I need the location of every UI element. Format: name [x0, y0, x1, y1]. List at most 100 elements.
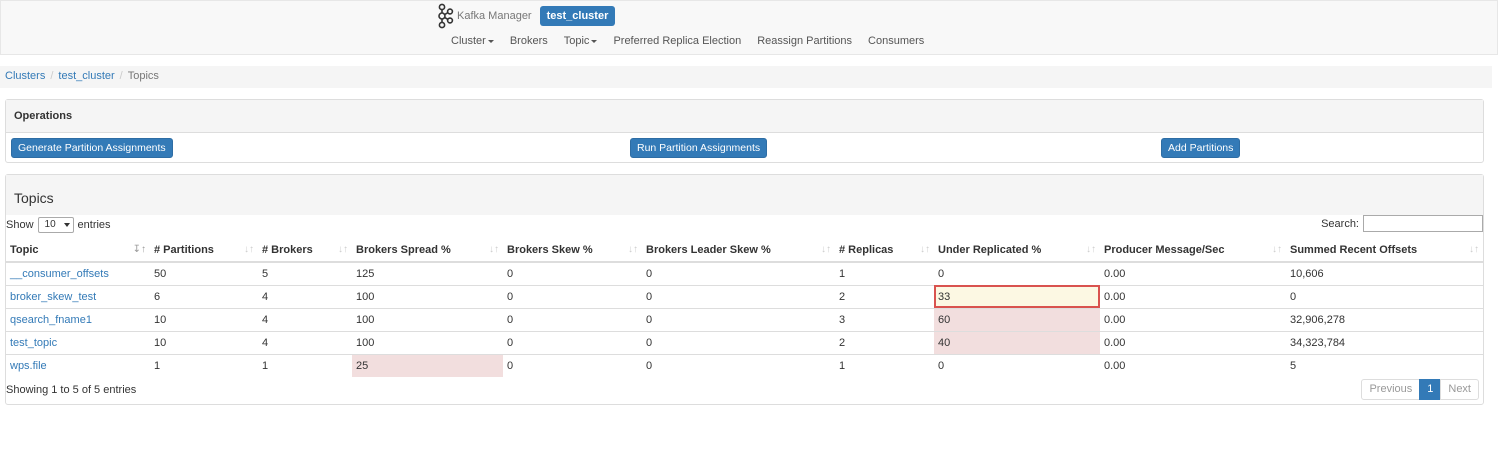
table-cell: 34,323,784 [1286, 330, 1483, 354]
sort-asc-icon[interactable]: ↧↑ [133, 244, 146, 255]
table-cell: 25 [352, 353, 503, 377]
table-cell: 0 [642, 261, 835, 285]
table-cell: 3 [835, 307, 934, 331]
entries-label: entries [77, 219, 111, 231]
table-row: __consumer_offsets 50 5 125 0 0 1 0 0.00 10,606 [6, 261, 1483, 285]
column-header[interactable]: Producer Message/Sec ↓↑ [1100, 238, 1286, 263]
previous-page-button[interactable]: Previous [1361, 379, 1421, 400]
pagination: Previous 1 Next [1361, 379, 1479, 400]
column-header[interactable]: # Partitions ↓↑ [150, 238, 258, 263]
nav-label: Preferred Replica Election [613, 35, 742, 47]
table-cell: 33 [934, 284, 1100, 308]
sort-icon[interactable]: ↓↑ [338, 244, 348, 255]
column-header-label: # Partitions [154, 243, 214, 256]
column-header-label: # Replicas [839, 243, 894, 256]
table-info: Showing 1 to 5 of 5 entries [6, 384, 137, 396]
breadcrumb-clusters[interactable]: Clusters [5, 70, 45, 82]
sort-icon[interactable]: ↓↑ [628, 244, 638, 255]
caret-down-icon [487, 39, 494, 43]
table-cell: 100 [352, 330, 503, 354]
topic-name-cell: broker_skew_test [6, 284, 150, 308]
topic-name-cell: wps.file [6, 353, 150, 377]
column-header[interactable]: Topic ↧↑ [6, 238, 150, 263]
column-header[interactable]: Brokers Skew % ↓↑ [503, 238, 642, 263]
add-partitions-button[interactable]: Add Partitions [1161, 138, 1241, 158]
table-cell: 10,606 [1286, 261, 1483, 285]
table-cell: 0 [503, 284, 642, 308]
sort-icon[interactable]: ↓↑ [821, 244, 831, 255]
topic-name-cell: __consumer_offsets [6, 261, 150, 285]
column-header[interactable]: # Replicas ↓↑ [835, 238, 934, 263]
cluster-badge[interactable]: test_cluster [539, 6, 616, 26]
table-row: test_topic 10 4 100 0 0 2 40 0.00 34,323,784 [6, 330, 1483, 354]
table-cell: 50 [150, 261, 258, 285]
column-header[interactable]: Summed Recent Offsets ↓↑ [1286, 238, 1483, 263]
table-cell: 10 [150, 307, 258, 331]
brand-name: Kafka Manager [457, 10, 532, 22]
table-cell: 0 [642, 284, 835, 308]
table-cell: 6 [150, 284, 258, 308]
generate-partition-assignments-button[interactable]: Generate Partition Assignments [11, 138, 173, 158]
operations-heading: Operations [6, 100, 1483, 133]
topic-name-cell: qsearch_fname1 [6, 307, 150, 331]
column-header[interactable]: Brokers Spread % ↓↑ [352, 238, 503, 263]
nav-reassign-partitions[interactable]: Reassign Partitions [749, 35, 860, 47]
table-cell: 4 [258, 284, 352, 308]
topic-link[interactable]: broker_skew_test [10, 291, 96, 303]
table-cell: 5 [258, 261, 352, 285]
table-cell: 5 [1286, 353, 1483, 377]
breadcrumb-cluster[interactable]: test_cluster [58, 70, 114, 82]
table-row: qsearch_fname1 10 4 100 0 0 3 60 0.00 32,906,278 [6, 307, 1483, 331]
table-cell: 60 [934, 307, 1100, 331]
table-cell: 1 [835, 353, 934, 377]
table-cell: 1 [150, 353, 258, 377]
sort-icon[interactable]: ↓↑ [1469, 244, 1479, 255]
topic-link[interactable]: __consumer_offsets [10, 268, 109, 280]
sort-icon[interactable]: ↓↑ [920, 244, 930, 255]
nav-label: Reassign Partitions [757, 35, 853, 47]
table-row: wps.file 1 1 25 0 0 1 0 0.00 5 [6, 353, 1483, 377]
search-label: Search: [1321, 217, 1359, 230]
topic-link[interactable]: test_topic [10, 337, 57, 349]
table-cell: 2 [835, 330, 934, 354]
page-1-button[interactable]: 1 [1419, 379, 1442, 400]
column-header-label: Producer Message/Sec [1104, 243, 1225, 256]
nav-label: Topic [563, 35, 590, 47]
nav-brokers[interactable]: Brokers [502, 35, 556, 47]
column-header-label: Summed Recent Offsets [1290, 243, 1418, 256]
table-cell: 4 [258, 307, 352, 331]
nav-consumers[interactable]: Consumers [860, 35, 932, 47]
next-page-button[interactable]: Next [1440, 379, 1479, 400]
search-input[interactable] [1363, 215, 1483, 232]
column-header-label: Brokers Spread % [356, 243, 451, 256]
nav-preferred-replica-election[interactable]: Preferred Replica Election [605, 35, 749, 47]
table-cell: 1 [258, 353, 352, 377]
table-cell: 100 [352, 284, 503, 308]
brand[interactable]: Kafka Manager test_cluster [436, 3, 616, 29]
column-header[interactable]: # Brokers ↓↑ [258, 238, 352, 263]
column-header[interactable]: Under Replicated % ↓↑ [934, 238, 1100, 263]
nav-label: Consumers [868, 35, 925, 47]
topic-link[interactable]: wps.file [10, 360, 47, 372]
table-cell: 4 [258, 330, 352, 354]
column-header-label: Under Replicated % [938, 243, 1042, 256]
sort-icon[interactable]: ↓↑ [244, 244, 254, 255]
caret-down-icon [591, 39, 598, 43]
sort-icon[interactable]: ↓↑ [1272, 244, 1282, 255]
topic-link[interactable]: qsearch_fname1 [10, 314, 92, 326]
table-cell: 0 [503, 307, 642, 331]
nav-topic[interactable]: Topic [556, 35, 606, 47]
top-navbar: Kafka Manager test_cluster Cluster Broker… [0, 0, 1498, 55]
sort-icon[interactable]: ↓↑ [1086, 244, 1096, 255]
nav-cluster[interactable]: Cluster [443, 35, 502, 47]
column-header[interactable]: Brokers Leader Skew % ↓↑ [642, 238, 835, 263]
table-cell: 0 [503, 330, 642, 354]
table-cell: 0 [642, 307, 835, 331]
run-partition-assignments-button[interactable]: Run Partition Assignments [630, 138, 768, 158]
table-cell: 0 [934, 353, 1100, 377]
page-size-select[interactable]: 10 [37, 217, 74, 233]
sort-icon[interactable]: ↓↑ [489, 244, 499, 255]
column-header-label: Brokers Skew % [507, 243, 593, 256]
nav-label: Cluster [451, 35, 486, 47]
table-cell: 0 [642, 330, 835, 354]
